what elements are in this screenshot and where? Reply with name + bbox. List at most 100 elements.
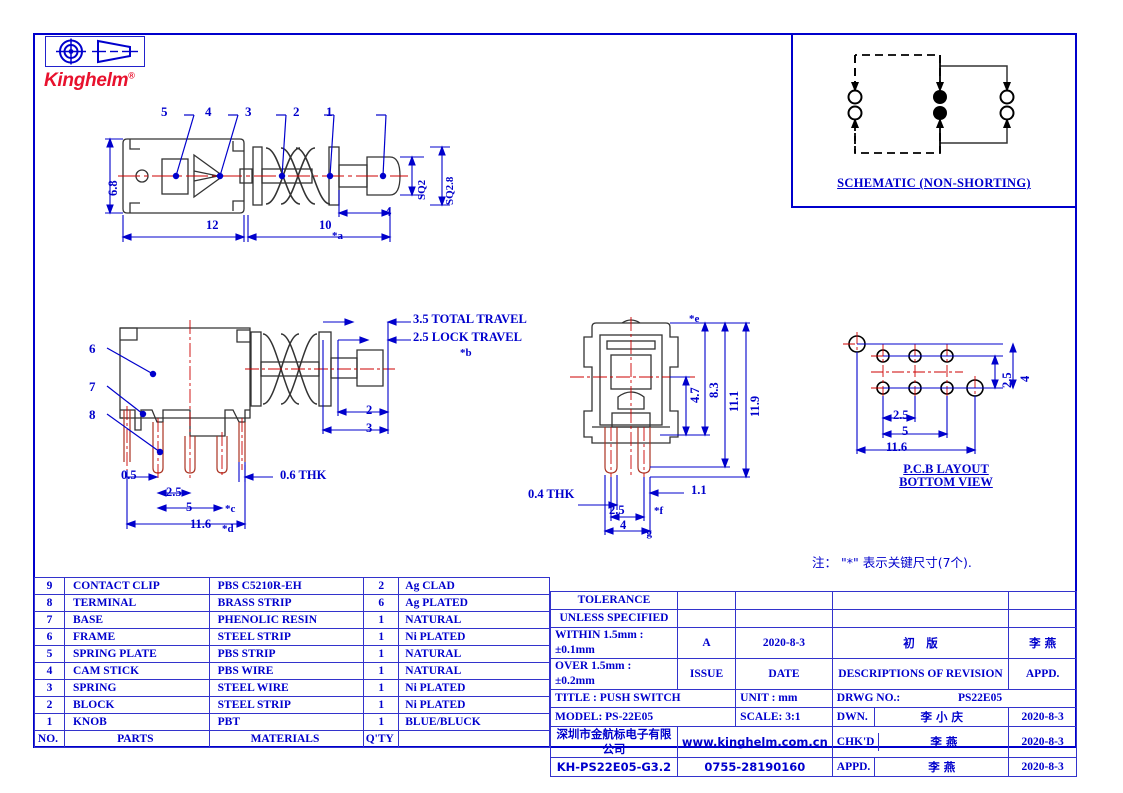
- dim-11-6: 11.6: [190, 517, 212, 531]
- col-header-qty: Q'TY: [363, 730, 400, 748]
- part-name: KNOB: [63, 713, 210, 731]
- dim-0-6-thk: 0.6 THK: [280, 468, 327, 482]
- part-finish: NATURAL: [398, 645, 550, 663]
- part-name: TERMINAL: [63, 594, 210, 612]
- part-code: KH-PS22E05-G3.2: [550, 757, 678, 777]
- spacer-date-2: [735, 609, 833, 628]
- table-row: 2 BLOCK STEEL STRIP 1 Ni PLATED: [34, 696, 550, 714]
- dim-tip-length-4: 4: [385, 205, 392, 219]
- dim-11-9: 11.9: [748, 395, 762, 417]
- part-finish: Ni PLATED: [398, 679, 550, 697]
- revision-description: 初 版: [831, 627, 1010, 659]
- drwg-no-row: DRWG NO.: PS22E05: [831, 689, 1078, 708]
- table-row: 5 SPRING PLATE PBS STRIP 1 NATURAL: [34, 645, 550, 663]
- callout-2: 2: [293, 104, 300, 119]
- part-name: BASE: [63, 611, 210, 629]
- title-block-row: KH-PS22E05-G3.2 0755-28190160 APPD. 李 燕 …: [550, 757, 1077, 777]
- part-material: PBT: [208, 713, 365, 731]
- dim-star-f: *f: [654, 505, 664, 517]
- part-finish: Ni PLATED: [398, 696, 550, 714]
- issue-label: ISSUE: [676, 658, 737, 690]
- dim-star-c: *c: [225, 503, 236, 515]
- revision-label: DESCRIPTIONS OF REVISION: [831, 658, 1010, 690]
- dim-star-b: *b: [460, 347, 472, 359]
- dwn-row: DWN. 李 小 庆: [831, 707, 1010, 727]
- table-row: 8 TERMINAL BRASS STRIP 6 Ag PLATED: [34, 594, 550, 612]
- part-qty: 6: [363, 594, 400, 612]
- part-material: PBS STRIP: [208, 645, 365, 663]
- part-no: 1: [34, 713, 65, 731]
- schematic-caption: SCHEMATIC (NON-SHORTING): [837, 176, 1031, 190]
- table-row: 9 CONTACT CLIP PBS C5210R-EH 2 Ag CLAD: [34, 577, 550, 595]
- key-dimension-note: 注： "*" 表示关键尺寸(7个).: [812, 555, 972, 570]
- part-material: PBS WIRE: [208, 662, 365, 680]
- issue-value: A: [676, 627, 737, 659]
- table-row: 1 KNOB PBT 1 BLUE/BLUCK: [34, 713, 550, 731]
- drwg-no-value: PS22E05: [958, 692, 1003, 704]
- dim-body-length-12: 12: [206, 218, 219, 232]
- part-material: PHENOLIC RESIN: [208, 611, 365, 629]
- dim-11-1: 11.1: [727, 390, 741, 412]
- part-no: 4: [34, 662, 65, 680]
- tolerance-over: OVER 1.5mm : ±0.2mm: [550, 658, 678, 690]
- table-header-row: NO. PARTS MATERIALS Q'TY: [34, 730, 550, 748]
- pcb-layout-drawing: [843, 332, 1017, 454]
- dim-4-7: 4.7: [688, 387, 702, 403]
- part-no: 8: [34, 594, 65, 612]
- table-row: 7 BASE PHENOLIC RESIN 1 NATURAL: [34, 611, 550, 629]
- dim-star-a: *a: [332, 230, 343, 242]
- dim-height-6-8: 6.8: [106, 180, 120, 196]
- title-block-row: OVER 1.5mm : ±0.2mm ISSUE DATE DESCRIPTI…: [550, 658, 1077, 690]
- chkd-date: 2020-8-3: [1008, 726, 1077, 758]
- date-value: 2020-8-3: [735, 627, 833, 659]
- spacer-rev-2: [831, 609, 1010, 628]
- drwg-no-label: DRWG NO.:: [836, 692, 901, 704]
- table-row: 6 FRAME STEEL STRIP 1 Ni PLATED: [34, 628, 550, 646]
- part-qty: 1: [363, 628, 400, 646]
- part-finish: Ag CLAD: [398, 577, 550, 595]
- chkd-label: CHK'D: [836, 735, 875, 748]
- part-qty: 1: [363, 662, 400, 680]
- dim-star-g: *g: [641, 527, 652, 539]
- tolerance-label-line2: UNLESS SPECIFIED: [550, 609, 678, 628]
- part-qty: 1: [363, 611, 400, 629]
- scale-label: SCALE: 3:1: [735, 707, 833, 727]
- part-name: SPRING PLATE: [63, 645, 210, 663]
- part-qty: 1: [363, 645, 400, 663]
- schematic-panel: SCHEMATIC (NON-SHORTING): [791, 33, 1077, 208]
- dwn-date: 2020-8-3: [1008, 707, 1077, 727]
- spacer-rev-top: [831, 591, 1010, 610]
- appd-row: APPD. 李 燕: [831, 757, 1010, 777]
- title-block-row: WITHIN 1.5mm : ±0.1mm A 2020-8-3 初 版 李 燕: [550, 627, 1077, 659]
- part-qty: 1: [363, 713, 400, 731]
- callout-1: 1: [326, 104, 333, 119]
- dim-total-travel: 3.5 TOTAL TRAVEL: [413, 312, 527, 326]
- dim-8-3: 8.3: [707, 382, 721, 398]
- callout-3: 3: [245, 104, 252, 119]
- part-material: BRASS STRIP: [208, 594, 365, 612]
- part-finish: NATURAL: [398, 611, 550, 629]
- company-name-cn: 深圳市金航标电子有限公司: [550, 726, 678, 758]
- title-block-row: 深圳市金航标电子有限公司 www.kinghelm.com.cn CHK'D 李…: [550, 726, 1077, 758]
- dim-pcb-5: 5: [902, 424, 909, 438]
- spacer-appd-2: [1008, 609, 1077, 628]
- top-view-drawing: [105, 114, 450, 242]
- title-block-row: UNLESS SPECIFIED: [550, 609, 1077, 628]
- dim-sq2: SQ2: [416, 179, 428, 200]
- part-name: BLOCK: [63, 696, 210, 714]
- model-value: MODEL: PS-22E05: [549, 707, 737, 727]
- pcb-caption-line2: BOTTOM VIEW: [899, 475, 993, 489]
- dim-pcb-v-4: 4: [1018, 375, 1032, 382]
- spacer-issue-2: [676, 609, 737, 628]
- dim-front-4: 4: [620, 518, 627, 532]
- company-phone: 0755-28190160: [676, 757, 833, 777]
- dim-2: 2: [366, 403, 373, 417]
- drawing-title: TITLE : PUSH SWITCH: [549, 689, 737, 708]
- callout-7: 7: [89, 379, 96, 394]
- dwn-name: 李 小 庆: [874, 708, 1009, 726]
- dim-front-2-5: 2.5: [609, 503, 625, 517]
- tolerance-within: WITHIN 1.5mm : ±0.1mm: [550, 627, 678, 659]
- table-row: 4 CAM STICK PBS WIRE 1 NATURAL: [34, 662, 550, 680]
- callout-4: 4: [205, 104, 212, 119]
- callout-5: 5: [161, 104, 168, 119]
